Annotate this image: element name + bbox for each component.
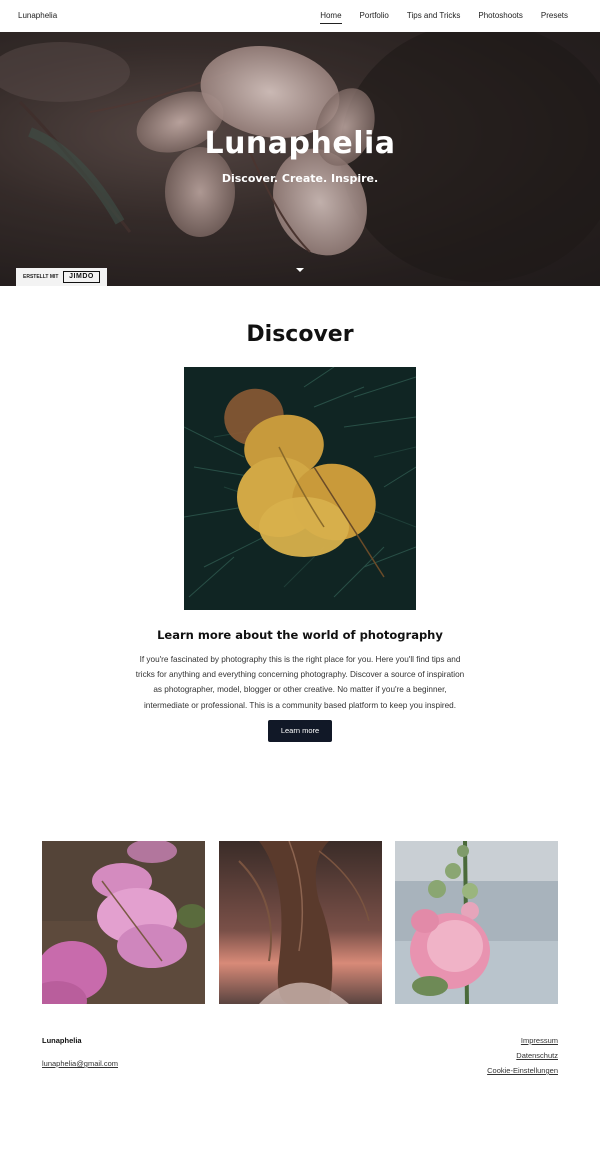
gallery-image-bougainvillea[interactable]	[42, 841, 205, 1004]
discover-heading: Discover	[246, 322, 354, 347]
site-logo[interactable]: Lunaphelia	[18, 11, 57, 20]
gallery-image-hollyhock[interactable]	[395, 841, 558, 1004]
nav-portfolio[interactable]: Portfolio	[360, 11, 389, 20]
footer-link-datenschutz[interactable]: Datenschutz	[487, 1051, 558, 1060]
hero-subtitle: Discover. Create. Inspire.	[221, 172, 379, 185]
discover-paragraph: If you're fascinated by photography this…	[135, 655, 465, 710]
jimdo-badge[interactable]: ERSTELLT MIT JIMDO	[16, 268, 107, 286]
footer-links: Impressum Datenschutz Cookie-Einstellung…	[487, 1036, 558, 1081]
footer-email-link[interactable]: lunaphelia@gmail.com	[42, 1059, 118, 1068]
main-nav: Home Portfolio Tips and Tricks Photoshoo…	[302, 11, 568, 24]
nav-photoshoots[interactable]: Photoshoots	[478, 11, 522, 20]
badge-label: ERSTELLT MIT	[23, 274, 59, 280]
hero-section: Lunaphelia Discover. Create. Inspire. ER…	[0, 32, 600, 286]
footer-brand: Lunaphelia	[42, 1036, 82, 1045]
gallery-image-hair[interactable]	[219, 841, 382, 1004]
footer-link-cookie-settings[interactable]: Cookie-Einstellungen	[487, 1066, 558, 1075]
jimdo-logo: JIMDO	[63, 271, 100, 283]
discover-subheading: Learn more about the world of photograph…	[157, 628, 443, 642]
caret-down-icon[interactable]	[296, 268, 304, 272]
footer-link-impressum[interactable]: Impressum	[487, 1036, 558, 1045]
nav-tips-and-tricks[interactable]: Tips and Tricks	[407, 11, 461, 20]
site-header: Lunaphelia Home Portfolio Tips and Trick…	[0, 0, 600, 32]
learn-more-button[interactable]: Learn more	[268, 720, 332, 742]
nav-presets[interactable]: Presets	[541, 11, 568, 20]
nav-home[interactable]: Home	[320, 11, 342, 24]
discover-leaf-image	[184, 367, 416, 610]
hero-title: Lunaphelia	[204, 126, 396, 161]
